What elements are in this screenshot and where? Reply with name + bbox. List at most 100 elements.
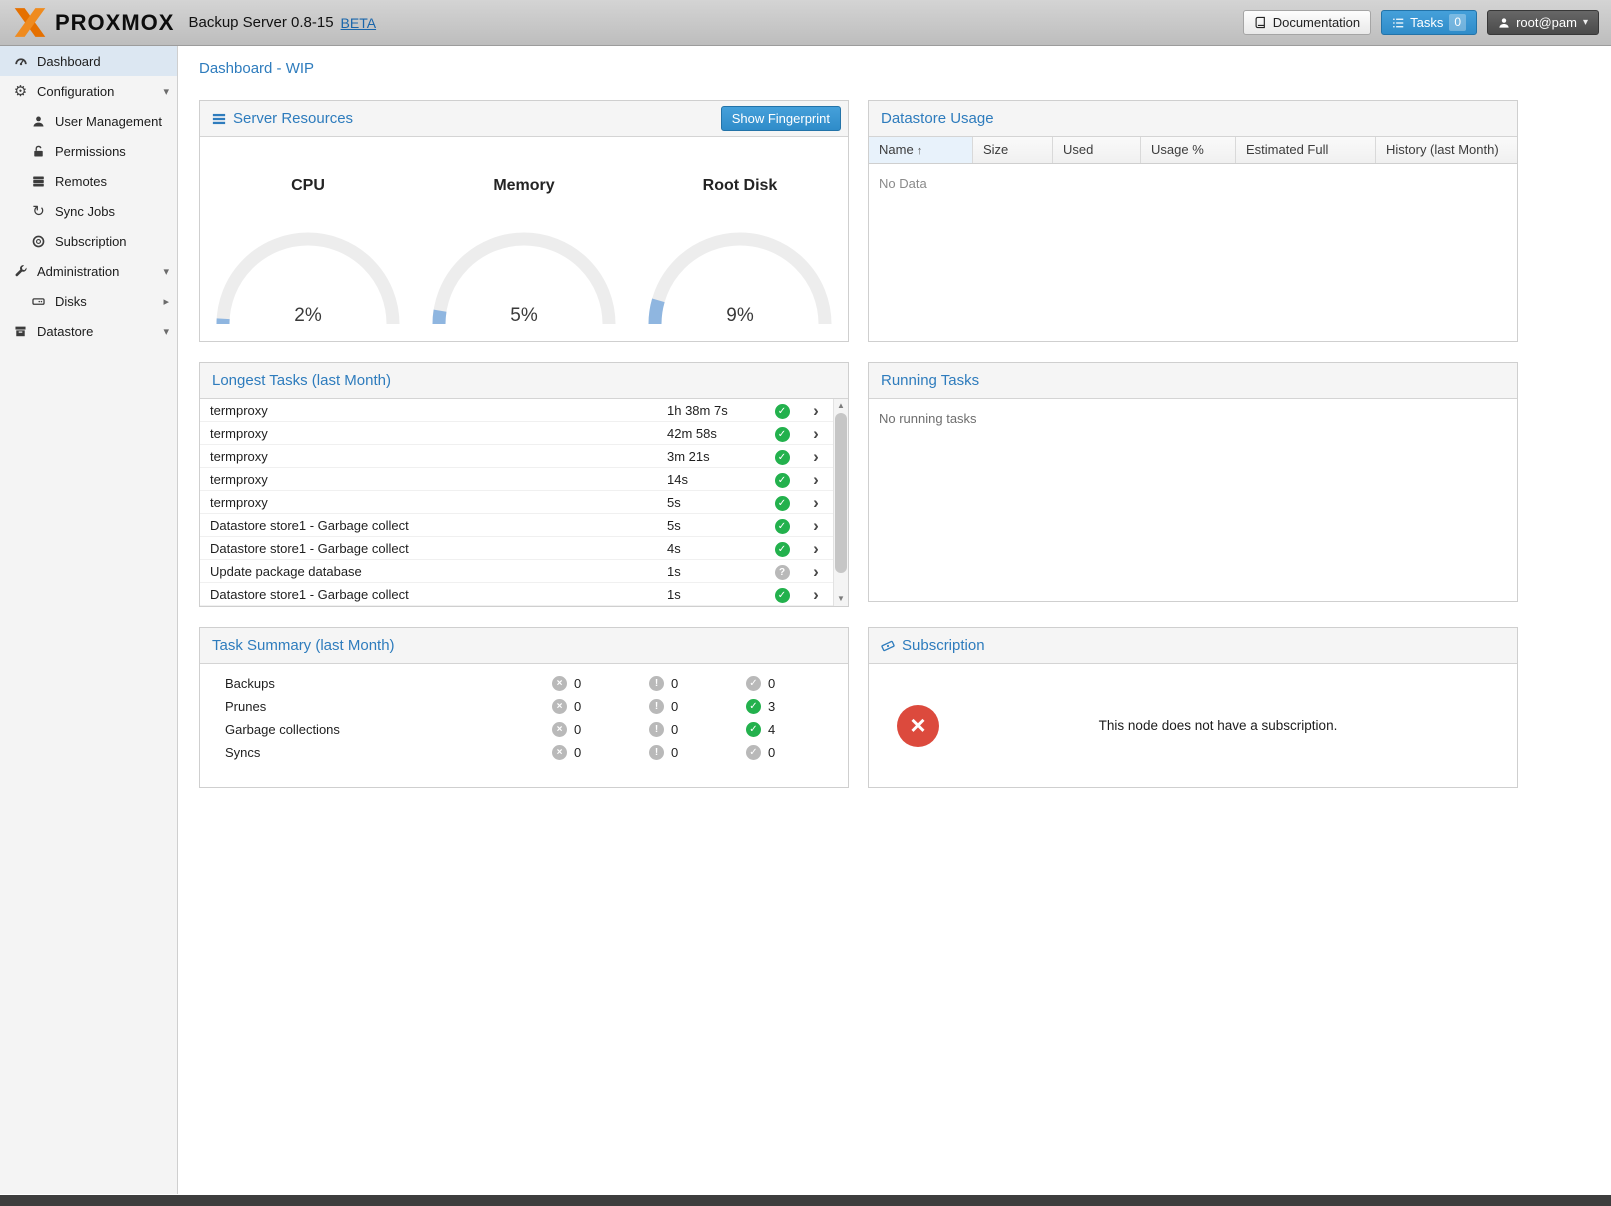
task-list-icon	[1392, 17, 1404, 29]
panel-header: Task Summary (last Month)	[200, 628, 848, 664]
ticket-icon	[881, 639, 895, 653]
panel-task-summary: Task Summary (last Month) Backups ×0 !0 …	[199, 627, 849, 788]
scrollbar-thumb[interactable]	[835, 413, 847, 573]
documentation-button[interactable]: Documentation	[1243, 10, 1371, 35]
disk-icon	[30, 295, 47, 308]
sidebar: Dashboard ⚙ Configuration ▾ User Managem…	[0, 46, 178, 1194]
column-header-size[interactable]: Size	[973, 137, 1053, 163]
warning-icon: !	[649, 722, 664, 737]
sidebar-item-dashboard[interactable]: Dashboard	[0, 46, 177, 76]
task-row[interactable]: termproxy 5s ✓ ›	[200, 491, 833, 514]
panel-header: Server Resources Show Fingerprint	[200, 101, 848, 137]
sidebar-item-remotes[interactable]: Remotes	[0, 166, 177, 196]
panel-title: Server Resources	[233, 110, 353, 127]
gauge-cpu: CPU 2%	[200, 137, 416, 341]
chevron-right-icon[interactable]: ›	[799, 586, 833, 603]
datastore-table-header: Name↑ Size Used Usage % Estimated Full H…	[869, 137, 1517, 164]
panel-title: Longest Tasks (last Month)	[212, 372, 391, 389]
caret-down-icon[interactable]: ▾	[163, 325, 169, 338]
warning-count: 0	[671, 699, 678, 714]
tasks-button[interactable]: Tasks 0	[1381, 10, 1477, 35]
gears-icon: ⚙	[12, 84, 29, 99]
task-row[interactable]: termproxy 1h 38m 7s ✓ ›	[200, 399, 833, 422]
column-header-used[interactable]: Used	[1053, 137, 1141, 163]
summary-row: Backups ×0 !0 ✓0	[200, 672, 848, 695]
summary-label: Prunes	[225, 699, 552, 714]
gauge-memory: Memory 5%	[416, 137, 632, 341]
gauge-root-disk: Root Disk 9%	[632, 137, 848, 341]
topbar-actions: Documentation Tasks 0 root@pam ▾	[1243, 10, 1599, 35]
gauge-label: CPU	[200, 177, 416, 195]
chevron-right-icon[interactable]: ›	[799, 425, 833, 442]
sidebar-item-sync-jobs[interactable]: ↻ Sync Jobs	[0, 196, 177, 226]
task-row[interactable]: termproxy 42m 58s ✓ ›	[200, 422, 833, 445]
sidebar-item-disks[interactable]: Disks ▸	[0, 286, 177, 316]
life-ring-icon	[30, 235, 47, 248]
app-version: Backup Server 0.8-15	[188, 14, 333, 31]
sidebar-item-user-management[interactable]: User Management	[0, 106, 177, 136]
gauge-label: Root Disk	[632, 177, 848, 195]
task-row[interactable]: termproxy 14s ✓ ›	[200, 468, 833, 491]
chevron-right-icon[interactable]: ›	[799, 540, 833, 557]
caret-down-icon[interactable]: ▾	[163, 265, 169, 278]
chevron-right-icon[interactable]: ›	[799, 448, 833, 465]
brand-text: PROXMOX	[55, 10, 174, 36]
task-duration: 5s	[667, 495, 765, 510]
show-fingerprint-button[interactable]: Show Fingerprint	[721, 106, 841, 131]
panel-running-tasks: Running Tasks No running tasks	[868, 362, 1518, 602]
ok-count: 3	[768, 699, 775, 714]
chevron-right-icon[interactable]: ›	[799, 402, 833, 419]
sidebar-item-label: Sync Jobs	[55, 204, 115, 219]
gauge-value: 2%	[208, 305, 408, 327]
sidebar-item-configuration[interactable]: ⚙ Configuration ▾	[0, 76, 177, 106]
summary-label: Syncs	[225, 745, 552, 760]
sidebar-item-datastore[interactable]: Datastore ▾	[0, 316, 177, 346]
error-count: 0	[574, 676, 581, 691]
column-header-estimated-full[interactable]: Estimated Full	[1236, 137, 1376, 163]
sidebar-item-label: Disks	[55, 294, 87, 309]
task-duration: 1h 38m 7s	[667, 403, 765, 418]
beta-link[interactable]: BETA	[341, 15, 377, 31]
task-summary-body: Backups ×0 !0 ✓0 Prunes ×0 !0 ✓3	[200, 664, 848, 787]
ok-count: 0	[768, 745, 775, 760]
sidebar-item-administration[interactable]: Administration ▾	[0, 256, 177, 286]
scrollbar[interactable]: ▲ ▼	[833, 399, 848, 606]
summary-row: Garbage collections ×0 !0 ✓4	[200, 718, 848, 741]
gauge-label: Memory	[416, 177, 632, 195]
sidebar-item-subscription[interactable]: Subscription	[0, 226, 177, 256]
chevron-right-icon[interactable]: ›	[799, 517, 833, 534]
documentation-label: Documentation	[1273, 15, 1360, 30]
chevron-right-icon[interactable]: ›	[799, 471, 833, 488]
task-status-icon: ?	[775, 565, 790, 580]
sidebar-item-label: Permissions	[55, 144, 126, 159]
column-header-name[interactable]: Name↑	[869, 137, 973, 163]
task-row[interactable]: Datastore store1 - Garbage collect 1s ✓ …	[200, 583, 833, 606]
column-header-history[interactable]: History (last Month)	[1376, 137, 1517, 163]
column-header-usage-pct[interactable]: Usage %	[1141, 137, 1236, 163]
task-status-icon: ✓	[775, 588, 790, 603]
user-icon	[1498, 17, 1510, 29]
resource-bars-icon	[212, 112, 226, 126]
datastore-usage-body: Name↑ Size Used Usage % Estimated Full H…	[869, 137, 1517, 341]
task-name: Datastore store1 - Garbage collect	[200, 518, 667, 533]
chevron-right-icon[interactable]: ›	[799, 563, 833, 580]
task-row[interactable]: termproxy 3m 21s ✓ ›	[200, 445, 833, 468]
chevron-right-icon[interactable]: ›	[799, 494, 833, 511]
warning-count: 0	[671, 745, 678, 760]
caret-right-icon[interactable]: ▸	[163, 295, 169, 308]
tasks-label: Tasks	[1410, 15, 1443, 30]
warning-icon: !	[649, 745, 664, 760]
task-status-icon: ✓	[775, 427, 790, 442]
sidebar-item-permissions[interactable]: Permissions	[0, 136, 177, 166]
scroll-up-icon[interactable]: ▲	[834, 399, 848, 413]
task-row[interactable]: Update package database 1s ? ›	[200, 560, 833, 583]
task-row[interactable]: Datastore store1 - Garbage collect 5s ✓ …	[200, 514, 833, 537]
caret-down-icon[interactable]: ▾	[163, 85, 169, 98]
scroll-down-icon[interactable]: ▼	[834, 592, 848, 606]
task-row[interactable]: Datastore store1 - Garbage collect 4s ✓ …	[200, 537, 833, 560]
task-duration: 4s	[667, 541, 765, 556]
task-status-icon: ✓	[775, 473, 790, 488]
panel-header: Datastore Usage	[869, 101, 1517, 137]
summary-label: Backups	[225, 676, 552, 691]
user-menu-button[interactable]: root@pam ▾	[1487, 10, 1599, 35]
